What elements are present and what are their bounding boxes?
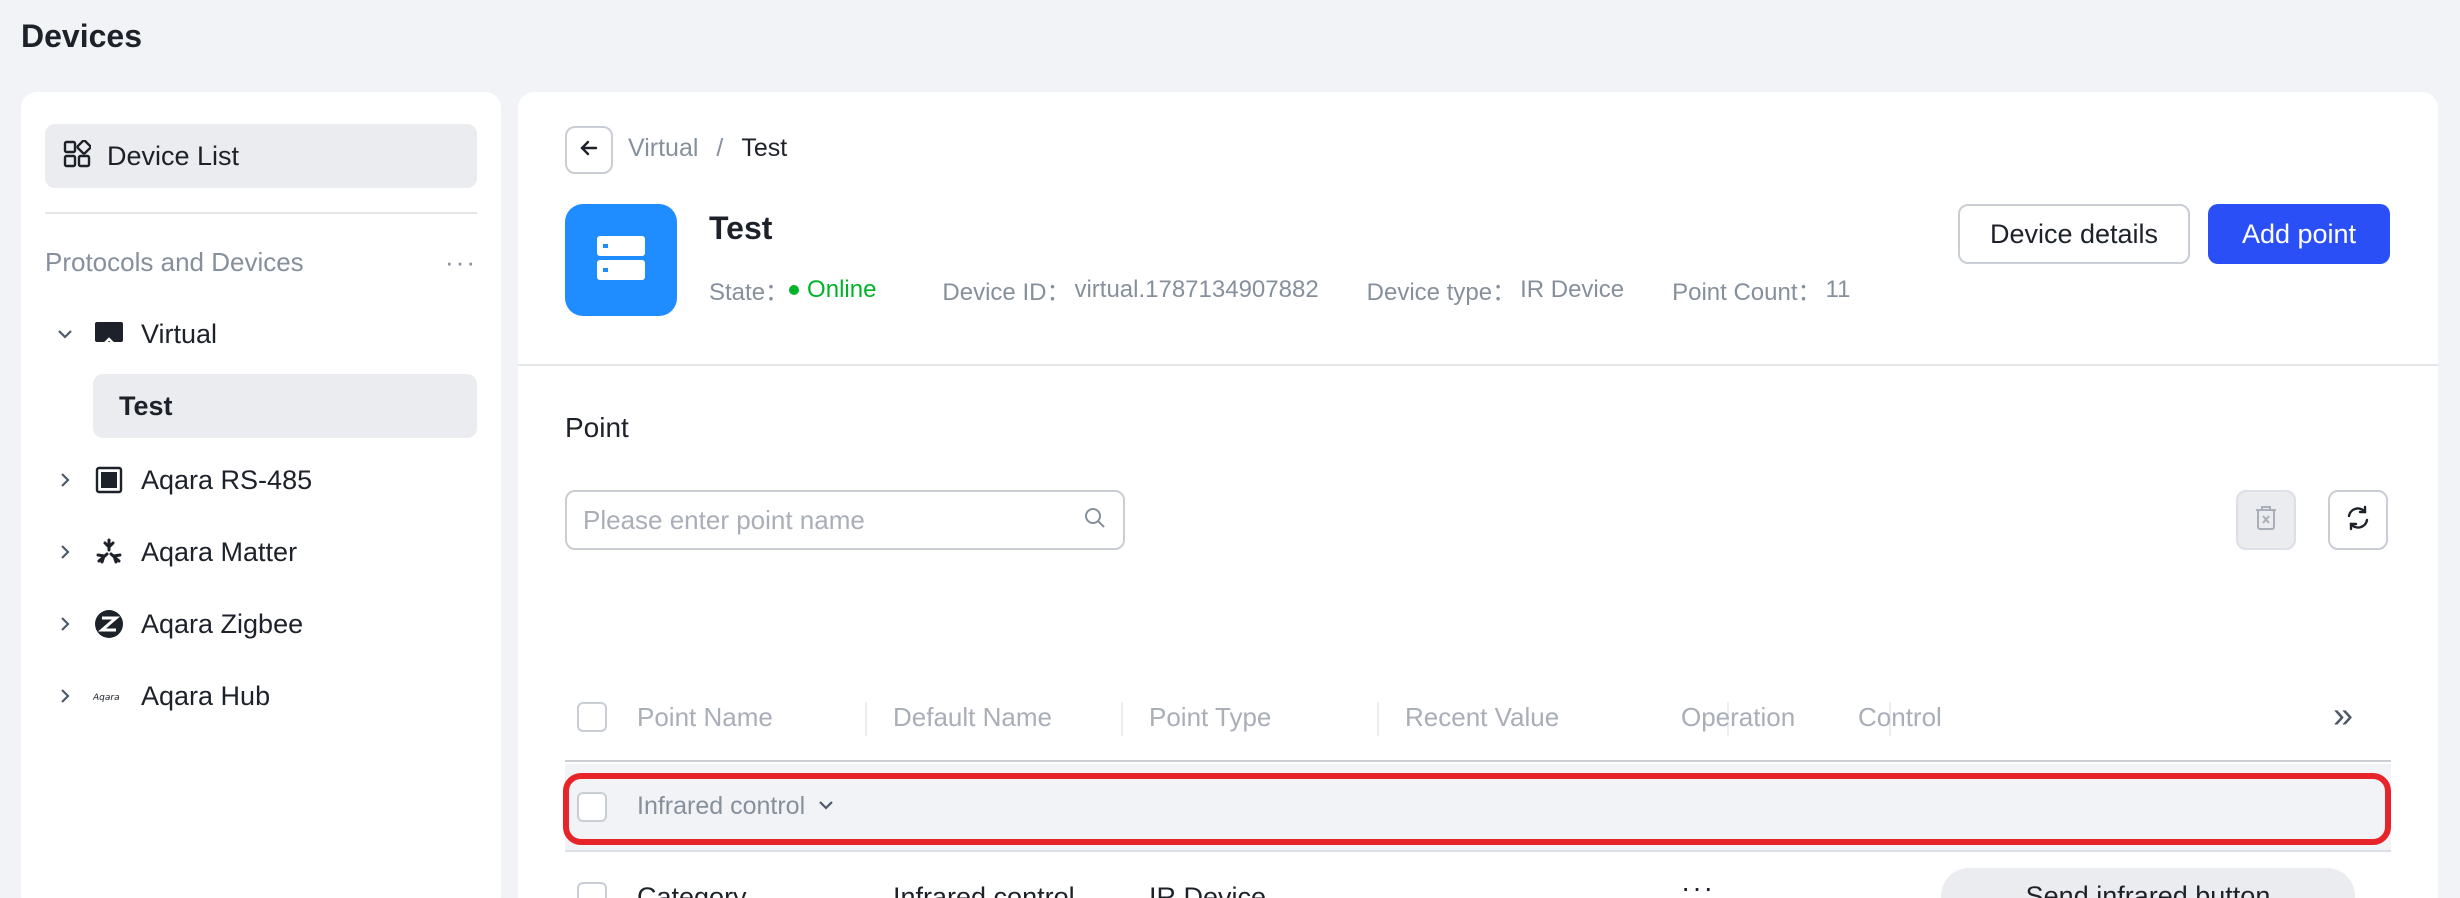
breadcrumb-current: Test xyxy=(741,134,788,162)
device-meta: State： Online Device ID： virtual.1787134… xyxy=(709,272,1850,307)
search-field[interactable] xyxy=(565,490,1125,550)
virtual-screen-icon xyxy=(93,318,125,350)
device-list-label: Device List xyxy=(107,140,240,171)
sidebar: Device List Protocols and Devices ··· Vi… xyxy=(21,92,501,898)
sidebar-item-label: Aqara Matter xyxy=(141,536,298,567)
matter-icon xyxy=(93,536,125,568)
refresh-icon xyxy=(2344,504,2372,537)
trash-icon xyxy=(2253,504,2279,537)
aqara-hub-logo-icon: Aqara xyxy=(93,680,125,712)
chevron-right-icon[interactable] xyxy=(45,686,85,706)
column-divider xyxy=(1121,702,1123,736)
sidebar-item-virtual[interactable]: Virtual xyxy=(45,302,477,366)
expand-columns-icon[interactable]: » xyxy=(2333,694,2353,736)
device-avatar xyxy=(565,204,677,316)
grid-icon xyxy=(63,138,92,173)
breadcrumb-separator: / xyxy=(716,134,724,162)
sidebar-item-aqara-matter[interactable]: Aqara Matter xyxy=(45,520,477,584)
row-checkbox[interactable] xyxy=(577,882,607,898)
chevron-down-icon xyxy=(817,792,835,821)
more-options-icon[interactable]: ··· xyxy=(1681,872,1715,898)
chevron-right-icon[interactable] xyxy=(45,470,85,490)
group-row: Infrared control xyxy=(565,764,2391,852)
add-point-button[interactable]: Add point xyxy=(2208,204,2390,264)
svg-text:Aqara: Aqara xyxy=(93,693,120,703)
zigbee-icon xyxy=(93,608,125,640)
point-section-title: Point xyxy=(565,412,629,443)
table-header: Point Name Default Name Point Type Recen… xyxy=(565,672,2391,762)
group-label: Infrared control xyxy=(637,792,806,820)
device-type-value: IR Device xyxy=(1520,275,1625,303)
sidebar-item-test[interactable]: Test xyxy=(93,374,477,438)
breadcrumb: Virtual / Test xyxy=(628,134,787,163)
server-icon xyxy=(595,232,647,289)
group-checkbox[interactable] xyxy=(577,792,607,822)
device-details-button[interactable]: Device details xyxy=(1958,204,2190,264)
device-id-value: virtual.1787134907882 xyxy=(1074,275,1319,303)
select-all-checkbox[interactable] xyxy=(577,702,607,732)
sidebar-item-label: Virtual xyxy=(141,318,218,349)
column-header: Control xyxy=(1858,702,1942,732)
column-divider xyxy=(865,702,867,736)
device-list-button[interactable]: Device List xyxy=(45,124,477,188)
sidebar-item-label: Aqara Zigbee xyxy=(141,608,304,639)
protocols-section-header: Protocols and Devices ··· xyxy=(45,242,477,282)
sidebar-item-label: Aqara RS-485 xyxy=(141,464,313,495)
state-value: Online xyxy=(807,275,877,303)
group-toggle[interactable]: Infrared control xyxy=(637,792,835,821)
chevron-down-icon[interactable] xyxy=(45,324,85,344)
more-icon[interactable]: ··· xyxy=(445,247,477,278)
breadcrumb-parent[interactable]: Virtual xyxy=(628,134,698,163)
page-title: Devices xyxy=(21,18,142,54)
back-button[interactable] xyxy=(565,126,613,174)
default-name-cell: Infrared control ... xyxy=(893,882,1105,898)
status-badge: Online xyxy=(789,276,876,304)
column-header: Point Type xyxy=(1149,702,1272,732)
column-divider xyxy=(1377,702,1379,736)
state-label: State： xyxy=(709,279,790,306)
sidebar-item-aqara-zigbee[interactable]: Aqara Zigbee xyxy=(45,592,477,656)
main-panel: Virtual / Test Test State： Online Device… xyxy=(518,92,2438,898)
protocols-section-title: Protocols and Devices xyxy=(45,246,304,277)
sidebar-item-label: Aqara Hub xyxy=(141,680,271,711)
sidebar-item-aqara-rs485[interactable]: Aqara RS-485 xyxy=(45,448,477,512)
online-dot-icon xyxy=(789,284,800,295)
device-id-label: Device ID： xyxy=(942,279,1071,306)
search-icon[interactable] xyxy=(1083,506,1107,535)
header-divider xyxy=(518,364,2438,366)
column-header: Recent Value xyxy=(1405,702,1560,732)
column-header: Default Name xyxy=(893,702,1052,732)
column-header: Operation xyxy=(1681,702,1796,732)
batch-delete-button[interactable] xyxy=(2236,490,2296,550)
search-input[interactable] xyxy=(583,504,1083,536)
rs485-icon xyxy=(93,464,125,496)
point-count-value: 11 xyxy=(1825,275,1851,303)
table-row: Category Infrared control ... IR Device … xyxy=(565,854,2391,898)
point-count-label: Point Count： xyxy=(1672,279,1822,306)
point-type-cell: IR Device xyxy=(1149,882,1267,898)
column-header: Point Name xyxy=(637,702,773,732)
chevron-right-icon[interactable] xyxy=(45,542,85,562)
refresh-button[interactable] xyxy=(2328,490,2388,550)
send-infrared-button[interactable]: Send infrared button xyxy=(1941,868,2355,898)
sidebar-item-aqara-hub[interactable]: Aqara Aqara Hub xyxy=(45,664,477,728)
device-type-label: Device type： xyxy=(1366,279,1517,306)
sidebar-divider xyxy=(45,212,477,214)
point-name-cell: Category xyxy=(637,882,747,898)
device-name: Test xyxy=(709,210,773,246)
chevron-right-icon[interactable] xyxy=(45,614,85,634)
arrow-left-icon xyxy=(578,137,600,164)
